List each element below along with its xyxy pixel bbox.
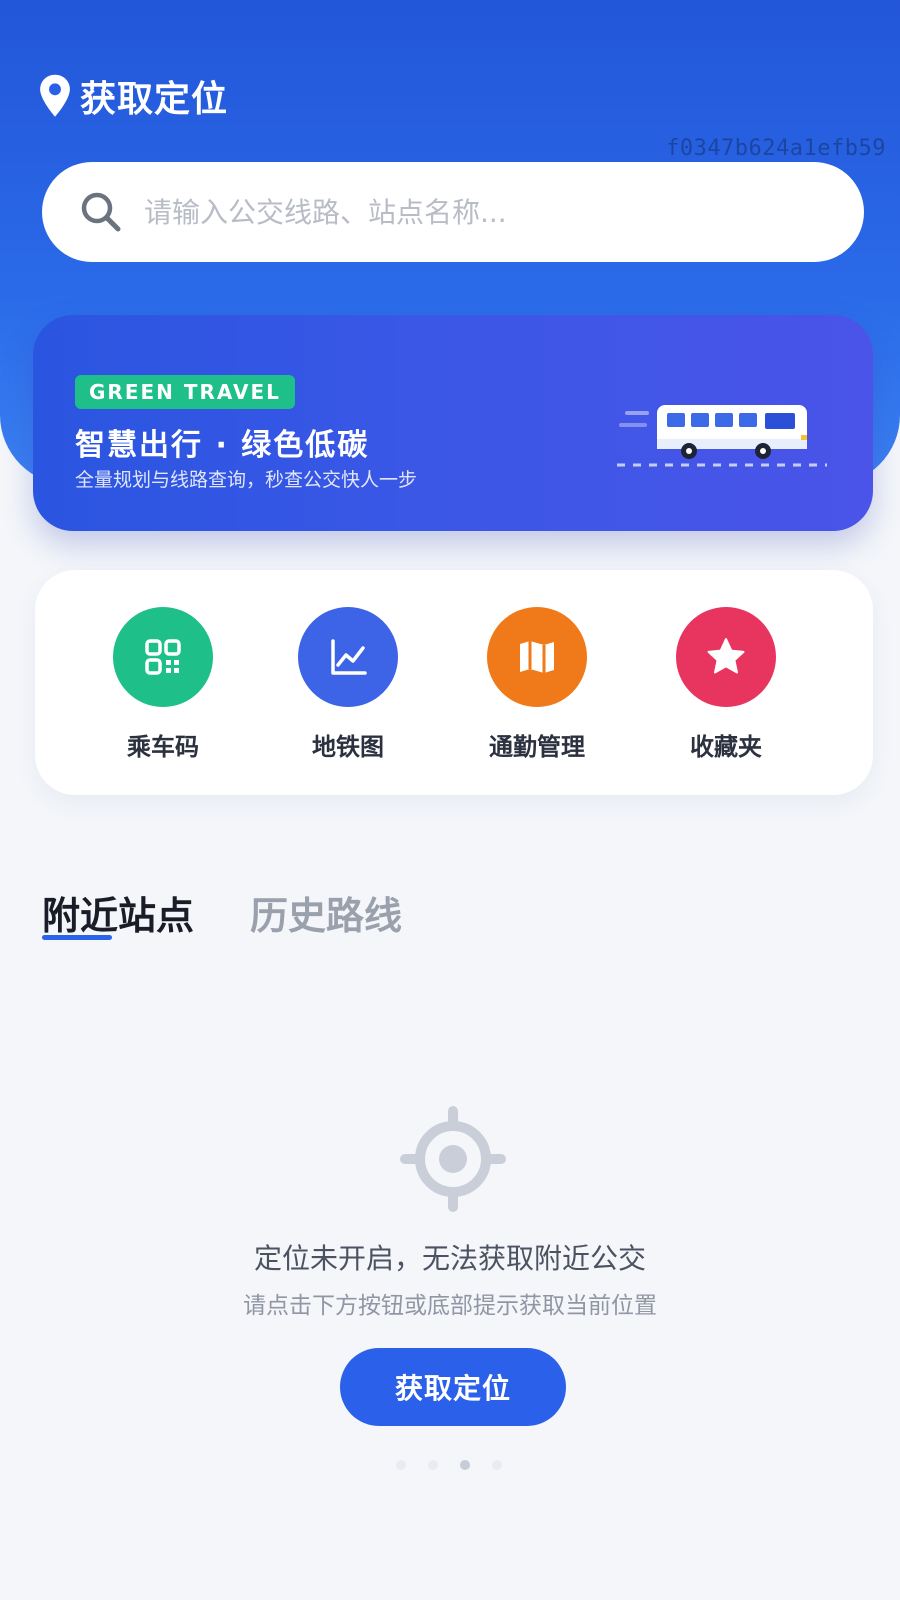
quick-action-commute[interactable]: 通勤管理 — [457, 607, 617, 762]
search-input[interactable] — [144, 195, 784, 229]
debug-id-text: f0347b624a1efb59 — [666, 136, 886, 161]
banner-subtitle: 全量规划与线路查询，秒查公交快人一步 — [75, 469, 418, 491]
empty-state-subtitle: 请点击下方按钮或底部提示获取当前位置 — [243, 1293, 657, 1319]
banner-title: 智慧出行 · 绿色低碳 — [75, 428, 370, 463]
page-dot — [428, 1460, 438, 1470]
get-location-button[interactable]: 获取定位 — [340, 1348, 566, 1426]
promo-banner[interactable]: GREEN TRAVEL 智慧出行 · 绿色低碳 全量规划与线路查询，秒查公交快… — [33, 315, 873, 531]
tab-nearby-stops[interactable]: 附近站点 — [42, 885, 194, 940]
page-indicator — [396, 1460, 524, 1470]
line-chart-icon — [298, 607, 398, 707]
location-title: 获取定位 — [80, 79, 229, 120]
quick-action-ride-code[interactable]: 乘车码 — [83, 607, 243, 762]
tab-history-routes[interactable]: 历史路线 — [250, 885, 402, 940]
quick-action-label: 通勤管理 — [489, 733, 585, 761]
page-dot-active — [460, 1460, 470, 1470]
quick-action-label: 乘车码 — [127, 733, 199, 761]
quick-action-label: 收藏夹 — [690, 733, 762, 761]
search-bar[interactable] — [42, 162, 864, 262]
banner-tag: GREEN TRAVEL — [75, 375, 295, 409]
search-icon — [81, 192, 121, 232]
empty-state-title: 定位未开启，无法获取附近公交 — [253, 1242, 646, 1275]
bus-illustration-icon — [617, 405, 827, 467]
locate-target-icon — [400, 1106, 506, 1212]
page-dot — [492, 1460, 502, 1470]
page-dot — [396, 1460, 406, 1470]
quick-action-favorites[interactable]: 收藏夹 — [646, 607, 806, 762]
star-icon — [676, 607, 776, 707]
location-pin-icon — [40, 74, 70, 117]
qr-code-icon — [113, 607, 213, 707]
quick-action-label: 地铁图 — [312, 733, 384, 761]
map-icon — [487, 607, 587, 707]
location-selector[interactable]: 获取定位 — [38, 70, 228, 122]
quick-action-metro-map[interactable]: 地铁图 — [268, 607, 428, 762]
content-tabs: 附近站点 历史路线 — [42, 885, 458, 940]
active-tab-indicator — [42, 935, 112, 940]
quick-actions-card: 乘车码 地铁图 通勤管理 收藏夹 — [35, 570, 873, 795]
